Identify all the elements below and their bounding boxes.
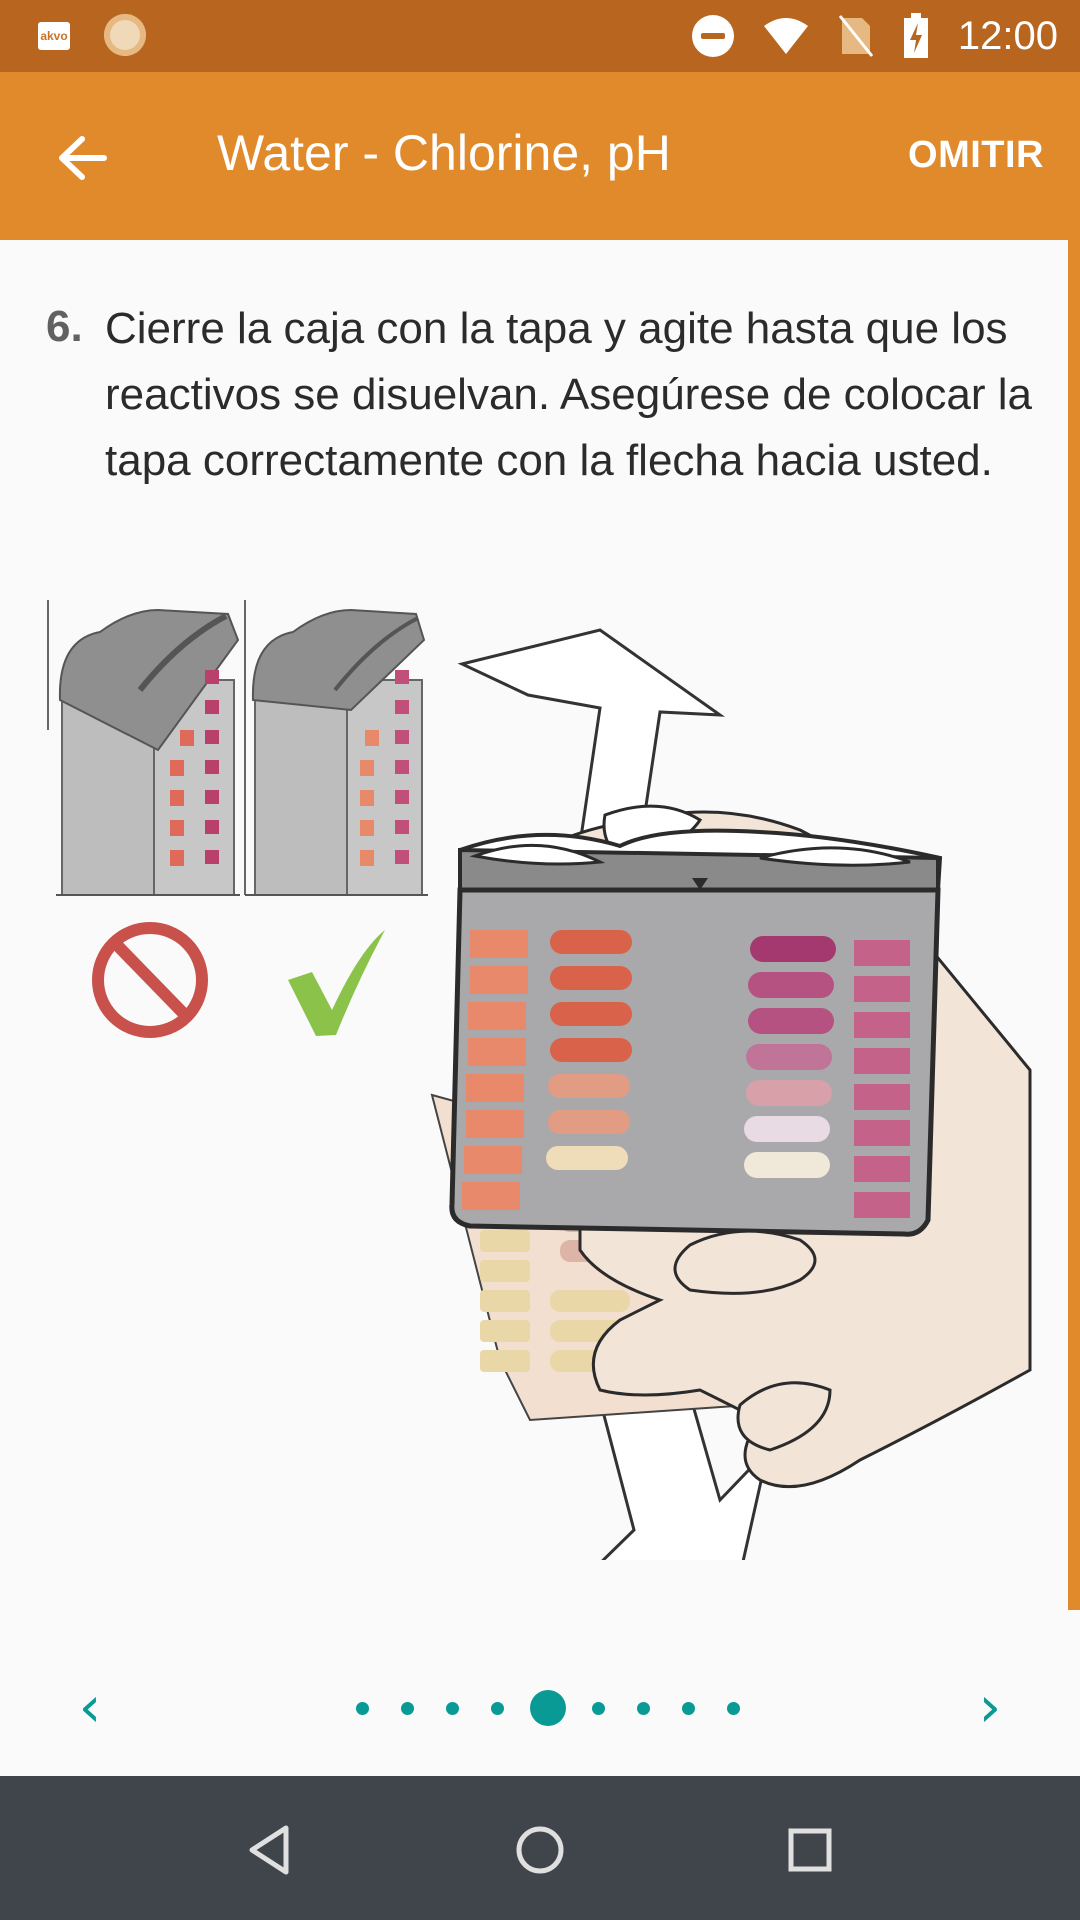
sync-icon <box>104 14 146 56</box>
system-navigation-bar <box>0 1776 1080 1920</box>
page-dot <box>592 1701 605 1715</box>
page-dot <box>491 1701 504 1715</box>
battery-charging-icon <box>903 13 928 58</box>
next-step-button[interactable]: › <box>960 1678 1020 1738</box>
instruction-illustration <box>47 600 1032 1560</box>
do-not-disturb-icon <box>691 15 734 57</box>
status-bar: akvo 12:00 <box>0 0 1080 72</box>
page-indicator <box>340 1686 756 1730</box>
wrong-lid-example-image <box>47 600 240 896</box>
step-instruction-text: Cierre la caja con la tapa y agite hasta… <box>105 304 1032 485</box>
app-bar: Water - Chlorine, pH OMITIR <box>0 72 1080 240</box>
akvo-app-icon: akvo <box>38 22 70 50</box>
arrow-left-icon <box>59 136 107 180</box>
page-dot <box>637 1701 650 1715</box>
scroll-indicator[interactable] <box>1068 240 1080 1610</box>
nav-back-icon[interactable] <box>240 1820 300 1880</box>
step-pager: ‹ › <box>0 1640 1080 1770</box>
page-dot <box>401 1701 414 1715</box>
correct-lid-example-image <box>244 600 428 896</box>
nav-home-icon[interactable] <box>510 1820 570 1880</box>
page-title: Water - Chlorine, pH <box>217 125 671 181</box>
instruction-content: 6. Cierre la caja con la tapa y agite ha… <box>0 240 1068 1610</box>
nav-recents-icon[interactable] <box>780 1820 840 1880</box>
checkmark-icon <box>288 930 385 1036</box>
prohibited-icon <box>92 922 208 1038</box>
page-dot <box>727 1701 740 1715</box>
previous-step-button[interactable]: ‹ <box>60 1678 120 1738</box>
comparator-box-image <box>449 828 943 1237</box>
back-button[interactable] <box>50 126 114 190</box>
page-dot <box>446 1701 459 1715</box>
clock: 12:00 <box>957 13 1058 58</box>
page-dot-active <box>530 1690 566 1726</box>
page-dot <box>356 1701 369 1715</box>
skip-button[interactable]: OMITIR <box>908 134 1044 177</box>
page-dot <box>682 1701 695 1715</box>
step-number: 6. <box>46 302 83 351</box>
wifi-icon <box>763 18 808 54</box>
no-sim-icon <box>838 15 874 57</box>
